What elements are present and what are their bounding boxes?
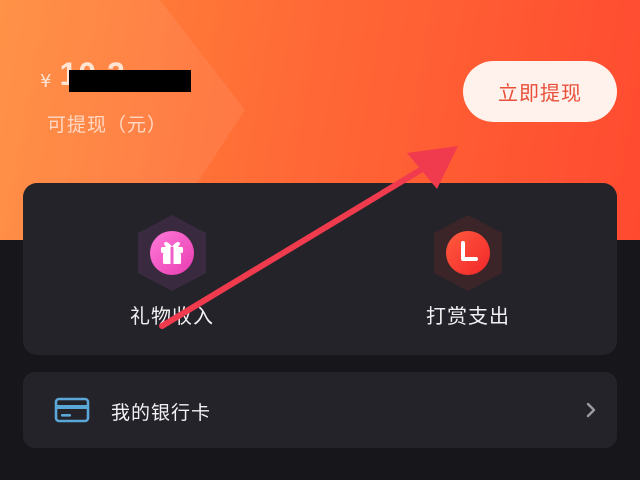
withdraw-now-button[interactable]: 立即提现 bbox=[463, 61, 617, 122]
bank-card-label: 我的银行卡 bbox=[111, 402, 212, 424]
bank-card-icon bbox=[54, 397, 90, 423]
reward-expense-label: 打赏支出 bbox=[426, 304, 510, 328]
bank-card-row[interactable]: 我的银行卡 bbox=[23, 372, 617, 448]
gift-income-item[interactable]: 礼物收入 bbox=[77, 183, 267, 355]
currency-symbol: ¥ bbox=[40, 71, 52, 92]
reward-expense-item[interactable]: 打赏支出 bbox=[373, 183, 563, 355]
balance-amount-row: ¥ 10.2 bbox=[40, 58, 192, 94]
balance-amount-wrapper: 10.2 bbox=[55, 58, 192, 94]
redaction-bar bbox=[69, 70, 192, 92]
gift-icon bbox=[138, 215, 206, 291]
clock-icon bbox=[434, 215, 502, 291]
balance-caption: 可提现（元） bbox=[47, 114, 168, 136]
income-expense-card: 礼物收入 打赏支出 bbox=[23, 183, 617, 355]
gift-income-label: 礼物收入 bbox=[130, 304, 214, 328]
chevron-right-icon bbox=[586, 402, 596, 418]
